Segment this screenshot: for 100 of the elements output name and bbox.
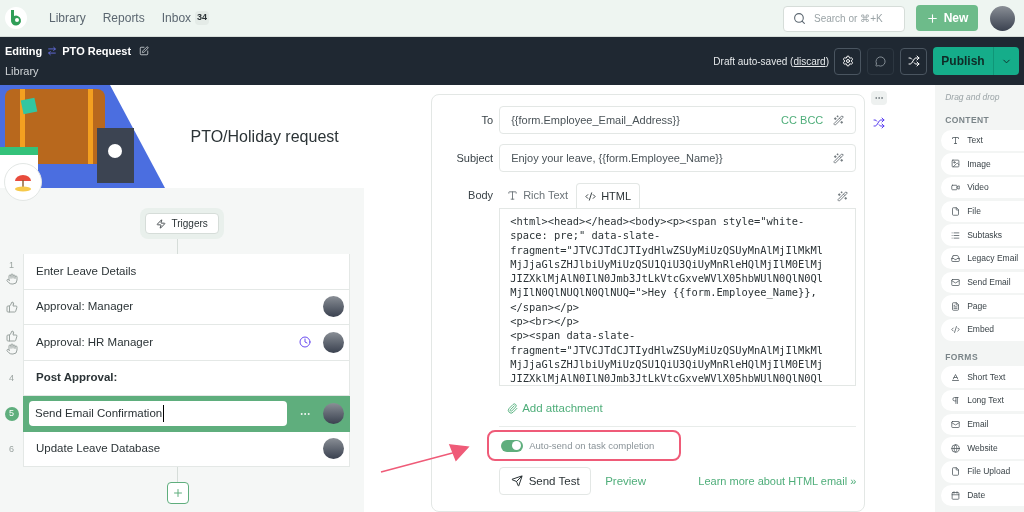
- discard-link[interactable]: discard: [793, 55, 826, 67]
- globe-icon: [951, 443, 961, 453]
- add-step-button[interactable]: [166, 482, 189, 504]
- auto-send-toggle[interactable]: [501, 439, 524, 452]
- paperclip-icon: [507, 403, 519, 415]
- step-number: 4: [9, 371, 14, 385]
- plus-icon: [925, 11, 939, 25]
- publish-button[interactable]: Publish: [933, 47, 993, 75]
- avatar: [323, 438, 344, 460]
- code-line: <html><head></head><body><p><span style="white-: [510, 214, 806, 229]
- file-icon: [951, 467, 961, 477]
- code-line: MjIlN0QlNUQlN0QlNUQ=">Hey {{form.Employee_Name}},: [510, 285, 818, 300]
- triggers-button[interactable]: Triggers: [145, 213, 219, 234]
- avatar: [323, 403, 344, 425]
- video-icon: [951, 183, 961, 193]
- paper-plane-icon: [510, 475, 523, 488]
- field-label: Body: [467, 188, 494, 204]
- task-row[interactable]: Approval: HR Manager: [23, 325, 350, 361]
- nav-link[interactable]: Inbox: [161, 9, 192, 27]
- nav-link[interactable]: Library: [49, 9, 86, 27]
- more-button[interactable]: [871, 91, 888, 105]
- palette-item[interactable]: Embed: [941, 319, 1024, 341]
- palette-item[interactable]: Page: [941, 295, 1024, 317]
- shuffle-icon: [907, 55, 920, 67]
- palette-item[interactable]: Video: [941, 176, 1024, 199]
- clock-icon: [299, 336, 311, 349]
- task-row[interactable]: Approval: Manager: [23, 289, 350, 325]
- magic-wand-icon[interactable]: [833, 152, 845, 164]
- code-line: JIZXklMjAlN0IlN0Jmb3JtLkVtcGxveWVlX05hbWUlN0QlN0Ql: [510, 271, 824, 286]
- code-line: space: pre;" data-slate-: [510, 228, 662, 243]
- editor-tab[interactable]: Rich Text: [499, 183, 577, 208]
- send-test-button[interactable]: Send Test: [499, 467, 592, 496]
- palette-item[interactable]: Subtasks: [941, 224, 1024, 246]
- image-icon: [951, 159, 961, 169]
- mail-icon: [951, 419, 961, 429]
- code-line: <p><span data-slate-: [510, 328, 637, 343]
- task-name: Update Leave Database: [35, 441, 162, 457]
- task-row[interactable]: Enter Leave Details: [23, 254, 350, 290]
- workflow-icon: [47, 45, 58, 56]
- comment-button[interactable]: [867, 47, 894, 75]
- code-icon: [585, 190, 597, 202]
- step-number: 1: [9, 258, 14, 272]
- palette-item[interactable]: Legacy Email: [941, 247, 1024, 270]
- step-number: 5: [4, 406, 19, 421]
- task-row[interactable]: Post Approval:: [23, 360, 350, 396]
- lightning-icon: [156, 218, 167, 229]
- speech-bubble-icon: [875, 55, 886, 67]
- search-icon: [793, 11, 806, 25]
- code-line: MjJjaGlsZHJlbiUyMiUzQSU1QiU3QiUyMnRleHQlMjIlM0ElMj: [510, 356, 824, 372]
- html-editor[interactable]: [499, 208, 857, 386]
- shuffle-icon[interactable]: [873, 117, 886, 129]
- magic-wand-icon[interactable]: [833, 114, 845, 126]
- task-name-field[interactable]: Send Email Confirmation: [29, 401, 287, 427]
- code-line: fragment="JTVCJTdCJTIydHlwZSUyMiUzQSUyMnAlMjIlMkMl: [510, 342, 824, 357]
- workflow-title: PTO Request: [62, 43, 132, 59]
- avatar: [323, 296, 344, 318]
- avatar: [323, 331, 344, 353]
- palette-item[interactable]: File: [941, 200, 1024, 223]
- count-badge: 34: [195, 11, 210, 25]
- palette-item[interactable]: Short Text: [941, 366, 1024, 388]
- editor-tab[interactable]: HTML: [576, 183, 641, 208]
- palette-item[interactable]: Image: [941, 153, 1024, 175]
- breadcrumb-link[interactable]: Library: [5, 63, 150, 80]
- step-number: 6: [9, 442, 14, 456]
- palette-item[interactable]: Long Text: [941, 389, 1024, 412]
- code-line: <p><br></p>: [510, 314, 580, 329]
- settings-button[interactable]: [834, 47, 861, 75]
- section-heading: FORMS: [945, 350, 979, 364]
- shuffle-button[interactable]: [900, 47, 927, 75]
- magic-wand-icon[interactable]: [837, 191, 849, 202]
- auto-send-label: Auto-send on task completion: [529, 438, 655, 453]
- list-icon: [951, 230, 961, 240]
- mail-icon: [951, 277, 961, 287]
- palette-item[interactable]: Date: [941, 484, 1024, 507]
- task-name: Approval: HR Manager: [35, 334, 154, 350]
- draft-status: Draft auto-saved (discard): [713, 54, 829, 69]
- edit-icon[interactable]: [139, 45, 150, 56]
- task-row[interactable]: Update Leave Database: [23, 431, 350, 467]
- palette-item[interactable]: File Upload: [941, 461, 1024, 483]
- subject-field[interactable]: Enjoy your leave, {{form.Employee_Name}}: [499, 144, 857, 172]
- to-field[interactable]: {{form.Employee_Email_Address}} CC BCC: [499, 106, 857, 134]
- search-field[interactable]: Search or ⌘+K: [783, 5, 905, 32]
- palette-item[interactable]: Send Email: [941, 271, 1024, 294]
- task-name: Approval: Manager: [35, 299, 135, 315]
- field-label: Subject: [455, 150, 494, 166]
- field-label: To: [480, 112, 494, 128]
- app-logo[interactable]: [5, 7, 27, 29]
- mode-label: Editing: [5, 43, 43, 59]
- palette-item[interactable]: Email: [941, 413, 1024, 436]
- nav-link[interactable]: Reports: [102, 9, 145, 27]
- file-icon: [951, 206, 961, 216]
- palette-hint: Drag and drop: [945, 91, 1001, 104]
- palette-item[interactable]: Website: [941, 437, 1024, 459]
- task-name: Post Approval:: [35, 370, 119, 386]
- pilcrow-icon: [951, 396, 961, 406]
- palette-item[interactable]: Text: [941, 129, 1024, 151]
- task-name: Enter Leave Details: [35, 263, 138, 279]
- section-heading: CONTENT: [945, 113, 991, 127]
- task-row[interactable]: Send Email Confirmation: [23, 396, 350, 432]
- inbox-icon: [951, 254, 961, 264]
